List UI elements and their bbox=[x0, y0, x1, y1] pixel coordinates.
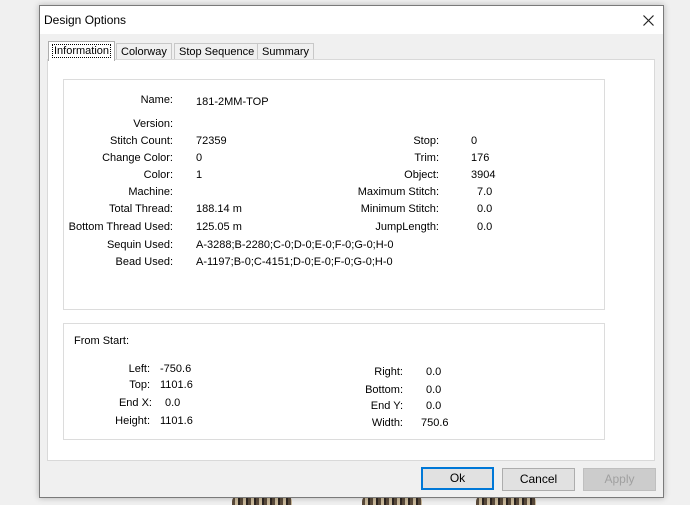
name-label: Name: bbox=[140, 94, 173, 106]
top-label: Top: bbox=[129, 379, 150, 391]
left-value: -750.6 bbox=[160, 363, 192, 375]
right-value: 0.0 bbox=[426, 366, 442, 378]
change-color-label: Change Color: bbox=[102, 152, 173, 164]
stitch-count-label: Stitch Count: bbox=[110, 135, 173, 147]
close-icon bbox=[642, 14, 654, 26]
name-value: 181-2MM-TOP bbox=[196, 96, 269, 108]
min-stitch-value: 0.0 bbox=[477, 203, 493, 215]
total-thread-value: 188.14 m bbox=[196, 203, 242, 215]
bead-used-label: Bead Used: bbox=[115, 256, 173, 268]
title-bar: Design Options bbox=[40, 6, 663, 34]
design-info-group: Name: 181-2MM-TOP Version: Stitch Count:… bbox=[63, 79, 605, 310]
end-y-value: 0.0 bbox=[426, 400, 442, 412]
width-value: 750.6 bbox=[421, 417, 449, 429]
apply-button[interactable]: Apply bbox=[583, 468, 656, 491]
min-stitch-label: Minimum Stitch: bbox=[360, 203, 439, 215]
width-label: Width: bbox=[371, 417, 403, 429]
end-x-label: End X: bbox=[118, 397, 152, 409]
sequin-used-value: A-3288;B-2280;C-0;D-0;E-0;F-0;G-0;H-0 bbox=[196, 239, 394, 251]
top-value: 1101.6 bbox=[160, 379, 193, 391]
stop-label: Stop: bbox=[413, 135, 439, 147]
close-button[interactable] bbox=[633, 6, 663, 34]
right-label: Right: bbox=[374, 366, 403, 378]
ok-button[interactable]: Ok bbox=[421, 467, 494, 490]
max-stitch-value: 7.0 bbox=[477, 186, 493, 198]
version-label: Version: bbox=[133, 118, 173, 130]
trim-value: 176 bbox=[471, 152, 490, 164]
stop-value: 0 bbox=[471, 135, 478, 147]
left-label: Left: bbox=[128, 363, 150, 375]
from-start-group: From Start: Left: -750.6 Top: 1101.6 End… bbox=[63, 323, 605, 440]
cancel-button[interactable]: Cancel bbox=[502, 468, 575, 491]
total-thread-label: Total Thread: bbox=[108, 203, 173, 215]
window-title: Design Options bbox=[44, 13, 127, 27]
object-value: 3904 bbox=[471, 169, 496, 181]
color-value: 1 bbox=[196, 169, 203, 181]
stitch-count-value: 72359 bbox=[196, 135, 227, 147]
height-label: Height: bbox=[115, 415, 150, 427]
end-y-label: End Y: bbox=[370, 400, 403, 412]
from-start-heading: From Start: bbox=[74, 335, 130, 347]
bead-used-value: A-1197;B-0;C-4151;D-0;E-0;F-0;G-0;H-0 bbox=[196, 256, 393, 268]
object-label: Object: bbox=[404, 169, 439, 181]
sequin-used-label: Sequin Used: bbox=[106, 239, 173, 251]
height-value: 1101.6 bbox=[160, 415, 193, 427]
tab-information[interactable]: Information bbox=[48, 41, 116, 61]
bottom-label: Bottom: bbox=[365, 384, 403, 396]
max-stitch-label: Maximum Stitch: bbox=[357, 186, 439, 198]
change-color-value: 0 bbox=[196, 152, 203, 164]
color-label: Color: bbox=[143, 169, 173, 181]
end-x-value: 0.0 bbox=[165, 397, 181, 409]
jump-length-label: JumpLength: bbox=[375, 221, 439, 233]
design-options-dialog: Design Options Information Colorway Stop… bbox=[39, 5, 664, 498]
bottom-thread-label: Bottom Thread Used: bbox=[68, 221, 173, 233]
bottom-value: 0.0 bbox=[426, 384, 442, 396]
bottom-thread-value: 125.05 m bbox=[196, 221, 242, 233]
jump-length-value: 0.0 bbox=[477, 221, 493, 233]
information-panel: Name: 181-2MM-TOP Version: Stitch Count:… bbox=[47, 59, 655, 461]
trim-label: Trim: bbox=[414, 152, 439, 164]
machine-label: Machine: bbox=[128, 186, 173, 198]
